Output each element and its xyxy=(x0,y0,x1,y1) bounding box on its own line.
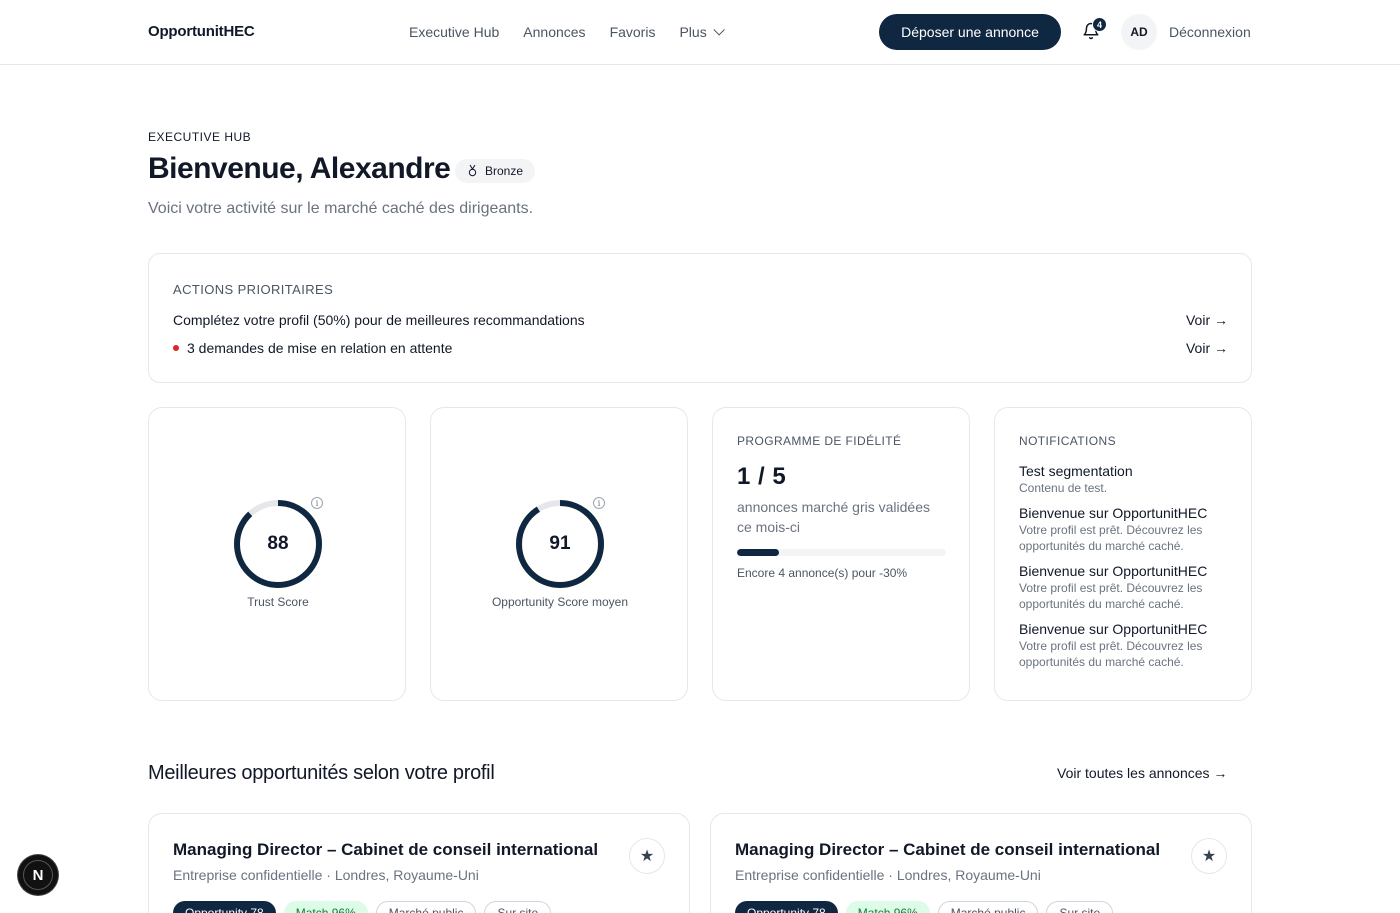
notification-item[interactable]: Bienvenue sur OpportunitHEC Votre profil… xyxy=(1019,504,1229,554)
work-mode-tag: Sur site xyxy=(1046,901,1114,913)
notification-body: Votre profil est prêt. Découvrez les opp… xyxy=(1019,581,1203,611)
notification-count-badge: 4 xyxy=(1092,17,1107,32)
opportunities-section-title: Meilleures opportunités selon votre prof… xyxy=(148,762,495,784)
opportunity-meta: Entreprise confidentielle · Londres, Roy… xyxy=(173,867,479,883)
priority-actions-card: ACTIONS PRIORITAIRES Complétez votre pro… xyxy=(148,253,1252,383)
notifications-card: NOTIFICATIONS Test segmentation Contenu … xyxy=(994,407,1252,701)
nav-link-executive-hub[interactable]: Executive Hub xyxy=(409,24,499,40)
loyalty-progress-fill xyxy=(737,549,779,556)
action-see-link[interactable]: Voir → xyxy=(1186,340,1228,356)
action-item: Complétez votre profil (50%) pour de mei… xyxy=(173,312,1228,328)
dev-tools-button[interactable]: N xyxy=(18,855,58,895)
logout-link[interactable]: Déconnexion xyxy=(1169,24,1251,40)
match-tag: Match 96% xyxy=(845,901,930,913)
see-all-listings-link[interactable]: Voir toutes les annonces → xyxy=(1057,765,1227,781)
page-title: Bienvenue, Alexandre xyxy=(148,152,451,185)
loyalty-progress-bar xyxy=(737,549,946,556)
favorite-star-button[interactable]: ★ xyxy=(629,838,665,874)
notification-item[interactable]: Test segmentation Contenu de test. xyxy=(1019,462,1229,496)
loyalty-hint: Encore 4 annonce(s) pour -30% xyxy=(737,566,908,580)
post-listing-button[interactable]: Déposer une annonce xyxy=(879,14,1061,50)
action-item-left: Complétez votre profil (50%) pour de mei… xyxy=(173,312,585,328)
avatar[interactable]: AD xyxy=(1121,14,1157,50)
top-navigation: OpportunitHEC Executive Hub Annonces Fav… xyxy=(0,0,1400,65)
work-mode-tag: Sur site xyxy=(484,901,552,913)
opportunity-title[interactable]: Managing Director – Cabinet de conseil i… xyxy=(173,840,598,860)
favorite-star-button[interactable]: ★ xyxy=(1191,838,1227,874)
nav-menu-plus-label: Plus xyxy=(679,24,707,40)
page-subtitle: Voici votre activité sur le marché caché… xyxy=(148,200,534,217)
alert-dot-icon xyxy=(173,345,179,351)
trust-score-value: 88 xyxy=(267,533,289,554)
notification-body: Votre profil est prêt. Découvrez les opp… xyxy=(1019,523,1203,553)
market-tag: Marché public xyxy=(375,901,477,913)
tier-badge: Bronze xyxy=(455,159,536,183)
action-item-text: Complétez votre profil (50%) pour de mei… xyxy=(173,312,585,328)
opportunity-score-tag: Opportunity 78 xyxy=(735,901,838,913)
action-item: 3 demandes de mise en relation en attent… xyxy=(173,340,1228,356)
loyalty-title: PROGRAMME DE FIDÉLITÉ xyxy=(737,434,902,448)
loyalty-count: 1 / 5 xyxy=(737,463,787,490)
action-see-link[interactable]: Voir → xyxy=(1186,312,1228,328)
opportunity-score-tag: Opportunity 78 xyxy=(173,901,276,913)
medal-icon xyxy=(468,165,477,177)
dev-tools-logo-icon: N xyxy=(23,860,53,890)
match-tag: Match 96% xyxy=(283,901,368,913)
nav-link-annonces[interactable]: Annonces xyxy=(523,24,585,40)
notification-item[interactable]: Bienvenue sur OpportunitHEC Votre profil… xyxy=(1019,620,1229,670)
opportunity-meta: Entreprise confidentielle · Londres, Roy… xyxy=(735,867,1041,883)
notification-body: Votre profil est prêt. Découvrez les opp… xyxy=(1019,639,1203,669)
loyalty-description: annonces marché gris validées ce mois-ci xyxy=(737,499,930,535)
nav-link-favoris[interactable]: Favoris xyxy=(610,24,656,40)
info-icon[interactable]: i xyxy=(311,497,323,509)
market-tag: Marché public xyxy=(937,901,1039,913)
opportunity-score-value: 91 xyxy=(549,533,571,554)
trust-score-label: Trust Score xyxy=(247,595,309,609)
page-eyebrow: EXECUTIVE HUB xyxy=(148,130,252,144)
notification-item[interactable]: Bienvenue sur OpportunitHEC Votre profil… xyxy=(1019,562,1229,612)
action-item-text: 3 demandes de mise en relation en attent… xyxy=(187,340,453,356)
notification-title: Bienvenue sur OpportunitHEC xyxy=(1019,505,1208,521)
star-icon: ★ xyxy=(639,848,655,865)
action-item-left: 3 demandes de mise en relation en attent… xyxy=(173,340,452,356)
notifications-title: NOTIFICATIONS xyxy=(1019,434,1116,448)
nav-menu-plus[interactable]: Plus xyxy=(679,24,725,40)
notification-title: Bienvenue sur OpportunitHEC xyxy=(1019,621,1208,637)
opportunity-card[interactable]: Managing Director – Cabinet de conseil i… xyxy=(148,813,690,913)
opportunity-card[interactable]: Managing Director – Cabinet de conseil i… xyxy=(710,813,1252,913)
opportunity-score-label: Opportunity Score moyen xyxy=(491,595,629,609)
notification-body: Contenu de test. xyxy=(1019,481,1108,495)
notification-title: Test segmentation xyxy=(1019,463,1133,479)
chevron-down-icon xyxy=(713,24,725,36)
brand-logo[interactable]: OpportunitHEC xyxy=(148,23,255,40)
opportunity-title[interactable]: Managing Director – Cabinet de conseil i… xyxy=(735,840,1160,860)
notifications-list: Test segmentation Contenu de test. Bienv… xyxy=(1019,462,1229,678)
nav-links: Executive Hub Annonces Favoris Plus xyxy=(409,24,725,40)
opportunity-score-card: 91 i Opportunity Score moyen xyxy=(430,407,688,701)
tier-label: Bronze xyxy=(485,164,524,178)
priority-actions-title: ACTIONS PRIORITAIRES xyxy=(173,282,334,297)
opportunity-tags: Opportunity 78 Match 96% Marché public S… xyxy=(173,901,552,913)
info-icon[interactable]: i xyxy=(593,497,605,509)
star-icon: ★ xyxy=(1201,848,1217,865)
opportunity-tags: Opportunity 78 Match 96% Marché public S… xyxy=(735,901,1114,913)
notification-title: Bienvenue sur OpportunitHEC xyxy=(1019,563,1208,579)
loyalty-program-card: PROGRAMME DE FIDÉLITÉ 1 / 5 annonces mar… xyxy=(712,407,970,701)
trust-score-card: 88 i Trust Score xyxy=(148,407,406,701)
